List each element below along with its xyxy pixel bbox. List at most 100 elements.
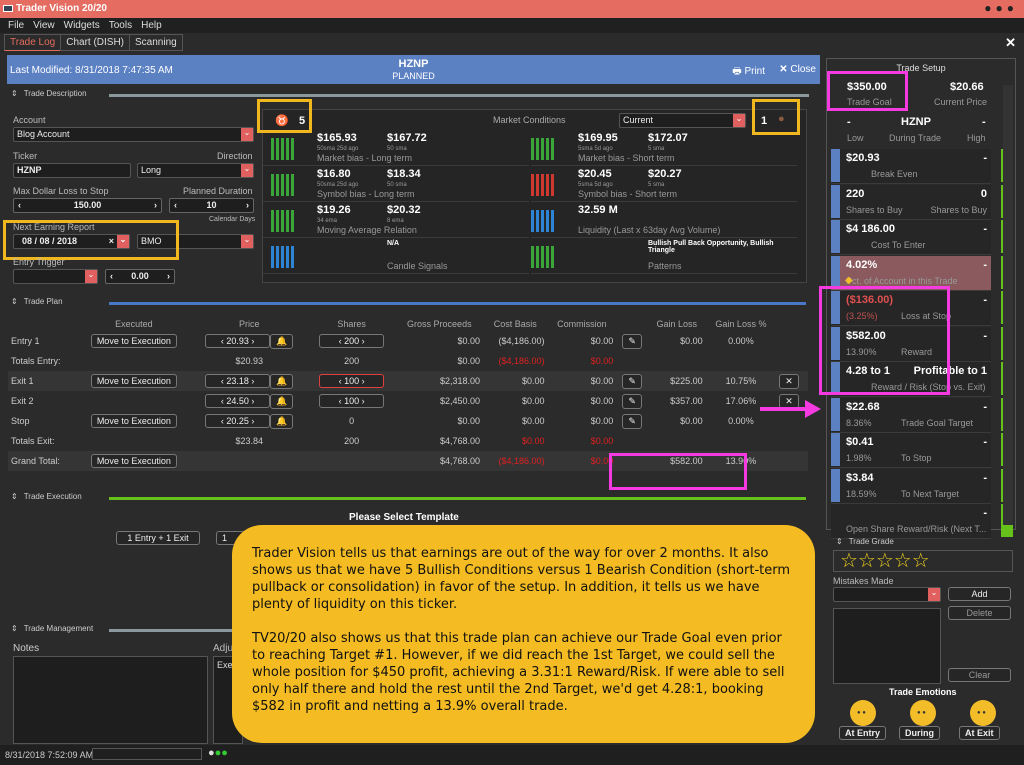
- emotion-button[interactable]: During: [899, 726, 940, 740]
- condition-value: $165.93: [317, 132, 357, 144]
- highlight-earnings: [3, 220, 179, 260]
- condition-value-2: $20.27: [648, 168, 682, 180]
- price-stepper[interactable]: ‹ 20.93 ›: [205, 333, 271, 348]
- app-title: Trader Vision 20/20: [16, 3, 107, 14]
- move-to-execution-button[interactable]: Move to Execution: [90, 374, 177, 388]
- bell-icon[interactable]: 🔔: [270, 413, 294, 429]
- delete-row-icon[interactable]: ✕: [779, 373, 799, 389]
- shares-stepper[interactable]: ‹ 200 ›: [319, 334, 385, 348]
- menu-tools[interactable]: Tools: [109, 20, 132, 31]
- direction-select[interactable]: Long ⌄: [137, 163, 254, 178]
- mistakes-select[interactable]: ⌄: [833, 587, 941, 602]
- condition-title: Symbol bias - Short term: [578, 189, 678, 199]
- emotion-face-icon[interactable]: ● ●: [910, 700, 936, 726]
- add-mistake-button[interactable]: Add: [948, 587, 1011, 601]
- highlight-bear-count: [752, 99, 800, 135]
- chevron-down-icon: ⌄: [733, 114, 745, 127]
- setup-value: $0.41: [846, 436, 874, 448]
- bell-icon[interactable]: 🔔: [270, 373, 294, 389]
- setup-row: $0.41-1.98% To Stop: [831, 433, 1013, 468]
- account-select[interactable]: Blog Account ⌄: [13, 127, 254, 142]
- period-select[interactable]: Current ⌄: [619, 113, 746, 128]
- price-stepper[interactable]: ‹ 24.50 ›: [205, 393, 271, 408]
- tab-scanning[interactable]: Scanning: [129, 34, 183, 51]
- star-rating[interactable]: ☆☆☆☆☆: [833, 550, 1013, 572]
- duration-label: Planned Duration: [183, 186, 253, 196]
- condition-title: Market bias - Long term: [317, 153, 413, 163]
- entry-trigger-stepper[interactable]: ‹ 0.00 ›: [105, 269, 175, 284]
- trade-plan-header[interactable]: ⇕ Trade Plan: [7, 297, 807, 311]
- trade-grade-header[interactable]: ⇕ Trade Grade: [832, 537, 1017, 551]
- duration-stepper[interactable]: ‹ 10 ›: [169, 198, 254, 213]
- move-to-execution-button[interactable]: Move to Execution: [90, 334, 177, 348]
- template-1-entry-1-exit[interactable]: 1 Entry + 1 Exit: [116, 531, 200, 545]
- tab-trade-log[interactable]: Trade Log: [4, 34, 62, 51]
- window-menu-icon[interactable]: ●●●: [984, 1, 1018, 15]
- menu-view[interactable]: View: [33, 20, 55, 31]
- edit-icon[interactable]: ✎: [622, 373, 642, 389]
- close-button[interactable]: ✕ Close: [779, 64, 816, 75]
- annotation-arrow: [760, 407, 810, 411]
- cell-gain: $0.00: [680, 416, 703, 426]
- account-label: Account: [13, 115, 46, 125]
- move-to-execution-button[interactable]: Move to Execution: [90, 454, 177, 468]
- edit-icon[interactable]: ✎: [622, 393, 642, 409]
- price-stepper[interactable]: ‹ 20.25 ›: [205, 413, 271, 428]
- mistakes-list[interactable]: [833, 608, 941, 684]
- notes-textarea[interactable]: [13, 656, 208, 744]
- delete-mistake-button[interactable]: Delete: [948, 606, 1011, 620]
- row-label: Entry 1: [11, 336, 40, 346]
- cell-gross: $2,450.00: [439, 396, 481, 406]
- emotion-button[interactable]: At Exit: [959, 726, 1000, 740]
- bell-icon[interactable]: 🔔: [270, 393, 294, 409]
- trade-description-header[interactable]: ⇕ Trade Description: [7, 89, 809, 103]
- shares-stepper[interactable]: ‹ 100 ›: [319, 394, 385, 408]
- edit-icon[interactable]: ✎: [622, 413, 642, 429]
- adjustments-label: Adju: [213, 643, 234, 654]
- cell-cost: $0.00: [521, 436, 545, 446]
- menu-widgets[interactable]: Widgets: [64, 20, 100, 31]
- move-to-execution-button[interactable]: Move to Execution: [90, 414, 177, 428]
- setup-label: To Next Target: [901, 488, 959, 499]
- chevron-down-icon: ⌄: [241, 164, 253, 177]
- condition-title: Candle Signals: [387, 261, 448, 271]
- low-indicator: [831, 468, 840, 502]
- emotion-face-icon[interactable]: ● ●: [850, 700, 876, 726]
- table-row: Exit 2 ‹ 24.50 › 🔔 ‹ 100 › $2,450.00 $0.00 $0.…: [8, 391, 808, 411]
- condition-value: Bullish Pull Back Opportunity, Bullish T…: [648, 240, 774, 254]
- setup-scrollbar[interactable]: [1003, 85, 1013, 525]
- max-loss-stepper[interactable]: ‹ 150.00 ›: [13, 198, 162, 213]
- ticker-input[interactable]: HZNP: [13, 163, 131, 178]
- condition-row: $169.95 5sma 5d ago $172.07 5 sma Market bia…: [531, 132, 797, 166]
- edit-icon[interactable]: ✎: [622, 333, 642, 349]
- condition-value-2: $18.34: [387, 168, 421, 180]
- menu-file[interactable]: File: [8, 20, 24, 31]
- max-loss-label: Max Dollar Loss to Stop: [13, 186, 109, 196]
- tab-chart[interactable]: Chart (DISH): [60, 34, 131, 51]
- connection-status-icon: ●●●: [208, 747, 228, 759]
- collapse-icon: ⇕: [11, 89, 18, 98]
- column-header: [8, 316, 77, 331]
- neutral-chart-icon: [531, 210, 555, 232]
- row-label: Exit 1: [11, 376, 34, 386]
- neutral-chart-icon: [271, 246, 295, 268]
- row-label: Totals Entry:: [11, 356, 61, 366]
- cell-gross: $0.00: [457, 356, 481, 366]
- emotion-face-icon[interactable]: ● ●: [970, 700, 996, 726]
- shares-stepper[interactable]: ‹ 100 ›: [319, 374, 385, 388]
- trade-execution-header[interactable]: ⇕ Trade Execution: [7, 492, 807, 506]
- emotion-button[interactable]: At Entry: [839, 726, 887, 740]
- setup-row: $3.84-18.59% To Next Target: [831, 468, 1013, 504]
- current-price: $20.66: [950, 81, 984, 93]
- cell-comm: $0.00: [590, 336, 614, 346]
- highlight-trade-goal: [827, 71, 908, 111]
- print-button[interactable]: 🖶 Print: [732, 64, 765, 81]
- close-panel-icon[interactable]: ✕: [1005, 35, 1016, 51]
- entry-trigger-select[interactable]: ⌄: [13, 269, 98, 284]
- condition-row: $19.26 34 ema $20.32 8 ema Moving Average Re…: [263, 204, 529, 238]
- bell-icon[interactable]: 🔔: [270, 333, 294, 349]
- menu-help[interactable]: Help: [141, 20, 162, 31]
- condition-value: N/A: [387, 240, 400, 247]
- clear-mistakes-button[interactable]: Clear: [948, 668, 1011, 682]
- price-stepper[interactable]: ‹ 23.18 ›: [205, 373, 271, 388]
